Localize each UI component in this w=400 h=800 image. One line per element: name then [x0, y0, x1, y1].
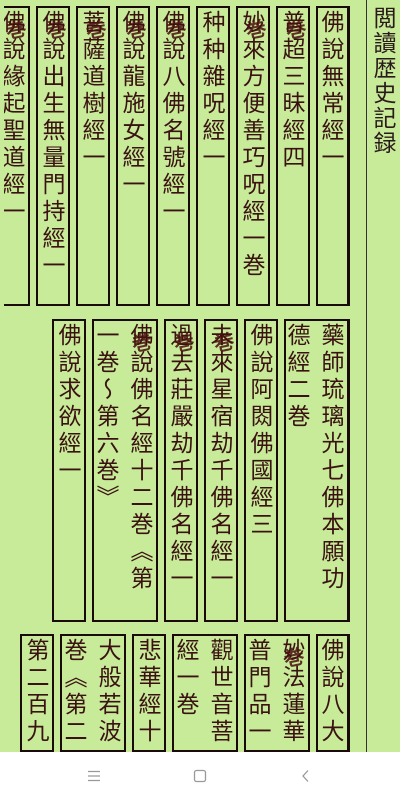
scripture-title-item[interactable]: 佛說求欲經一 — [52, 319, 86, 622]
scripture-title-item[interactable]: 佛說出生無量門持經一巻 — [36, 6, 70, 306]
scroll-volume-stamp: 巻 — [4, 14, 30, 44]
scripture-block-1: 佛說無常經一 普超三昧經四巻妙來方便善巧呪經一巻巻种种雜呪經一 佛說八佛名號經一巻佛… — [4, 6, 350, 306]
scripture-title-item[interactable]: 佛說八佛名號經一巻 — [156, 6, 190, 306]
scripture-title-item[interactable]: 未來星宿劫千佛名經一巻 — [204, 319, 238, 622]
scripture-title-text: 未來星宿劫千佛名經一 — [206, 323, 232, 593]
scripture-title-item[interactable]: 妙法蓮華普門品一巻 — [244, 634, 310, 752]
scripture-title-item[interactable]: 种种雜呪經一 — [196, 6, 230, 306]
scripture-title-item[interactable]: 佛說緣起聖道經一巻 — [4, 6, 30, 306]
scripture-title-item[interactable]: 佛說佛名經十二巻《第一巻～第六巻》巻 — [92, 319, 158, 622]
menu-lines-icon[interactable] — [82, 764, 106, 788]
scripture-title-item[interactable]: 大般若波巻《第二三 — [60, 634, 126, 752]
scripture-title-item[interactable]: 普超三昧經四巻 — [276, 6, 310, 306]
scripture-title-text: 种种雜呪經一 — [198, 10, 224, 172]
scripture-title-text: 第二百九 — [22, 638, 48, 746]
scripture-title-text: 佛說八大 — [317, 638, 343, 746]
scripture-title-item[interactable]: 菩薩道樹經一巻 — [76, 6, 110, 306]
scripture-title-text: 佛說佛名經十二巻《第一巻～第六巻》 — [92, 323, 152, 593]
scripture-title-text: 佛說出生無量門持經一 — [38, 10, 64, 280]
scripture-title-text: 大般若波巻《第二三 — [60, 638, 120, 746]
scripture-title-item[interactable]: 佛說無常經一 — [316, 6, 350, 306]
scripture-title-item[interactable]: 妙來方便善巧呪經一巻巻 — [236, 6, 270, 306]
reading-history-title: 閲讀歴史記録 — [369, 6, 395, 156]
scripture-title-item[interactable]: 佛說阿閦佛國經三 — [244, 319, 278, 622]
chevron-left-back-icon[interactable] — [294, 764, 318, 788]
scripture-block-2: 藥師琉璃光七佛本願功德經二巻 佛說阿閦佛國經三 未來星宿劫千佛名經一巻過去莊嚴劫千佛… — [4, 319, 350, 622]
scripture-title-text: 觀世音菩經一巻 — [172, 638, 232, 746]
title-divider — [366, 0, 367, 752]
scripture-title-text: 悲華經十 — [134, 638, 160, 746]
scripture-title-item[interactable]: 悲華經十 — [132, 634, 166, 752]
scripture-title-text: 佛說求欲經一 — [54, 323, 80, 485]
scripture-title-item[interactable]: 藥師琉璃光七佛本願功德經二巻 — [284, 319, 350, 622]
scripture-title-text: 佛說阿閦佛國經三 — [246, 323, 272, 539]
square-home-icon[interactable] — [188, 764, 212, 788]
scripture-title-text: 過去莊嚴劫千佛名經一 — [166, 323, 192, 593]
scripture-block-3: 佛說八大妙法蓮華普門品一巻觀世音菩經一巻悲華經十大般若波巻《第二三第二百九 — [4, 634, 350, 752]
scripture-title-item[interactable]: 觀世音菩經一巻 — [172, 634, 238, 752]
system-nav-bar — [0, 752, 400, 800]
scripture-title-text: 佛說無常經一 — [317, 10, 343, 172]
scripture-title-item[interactable]: 過去莊嚴劫千佛名經一巻 — [164, 319, 198, 622]
scripture-title-text: 妙來方便善巧呪經一巻 — [238, 10, 264, 280]
scripture-title-item[interactable]: 第二百九 — [20, 634, 54, 752]
scripture-title-item[interactable]: 佛說龍施女經一巻 — [116, 6, 150, 306]
scripture-title-item[interactable]: 佛說八大 — [316, 634, 350, 752]
scripture-title-text: 藥師琉璃光七佛本願功德經二巻 — [284, 323, 343, 593]
